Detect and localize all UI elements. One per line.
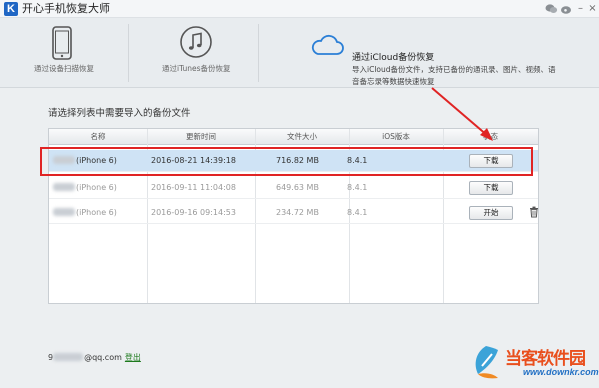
account-email: 9 @qq.com 登出: [48, 352, 141, 363]
watermark: 当客软件园 www.downkr.com: [470, 340, 599, 388]
logout-link[interactable]: 登出: [125, 353, 141, 362]
watermark-name: 当客软件园: [505, 349, 586, 369]
watermark-url: www.downkr.com: [523, 367, 599, 377]
redacted-email: [53, 353, 84, 361]
annotation-arrow: [431, 87, 493, 141]
email-suffix: @qq.com: [84, 353, 122, 362]
watermark-logo-icon: [470, 344, 502, 380]
